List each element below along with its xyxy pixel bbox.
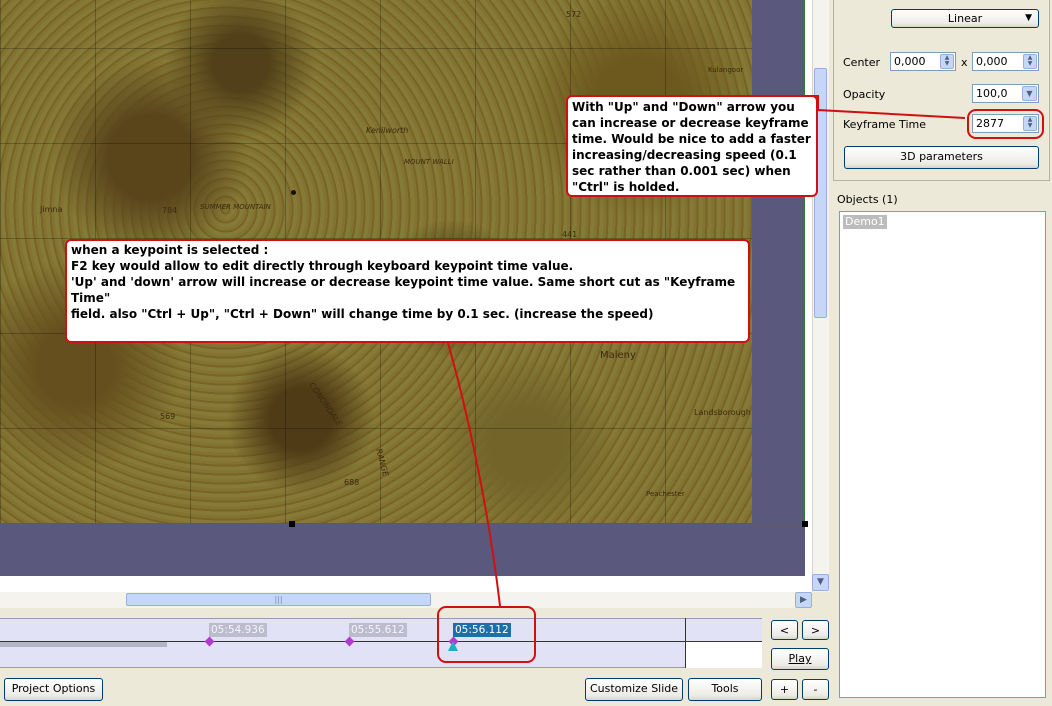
spin-arrows-icon[interactable]: ▲ ▼ (1023, 54, 1037, 69)
tools-button[interactable]: Tools (688, 678, 762, 701)
objects-header: Objects (1) (837, 193, 898, 206)
annotation-line: when a keypoint is selected : (71, 243, 269, 257)
previous-keypoint-button[interactable]: < (771, 620, 798, 640)
project-options-button[interactable]: Project Options (4, 678, 103, 701)
interpolation-dropdown[interactable]: Linear ▼ (891, 9, 1039, 28)
timeline-slide-end-marker (685, 618, 686, 668)
keypoint-time-label[interactable]: 05:55.612 (349, 623, 407, 637)
next-keypoint-button[interactable]: > (802, 620, 829, 640)
interpolation-value: Linear (947, 12, 983, 25)
horizontal-scroll-thumb[interactable]: ||| (126, 593, 431, 606)
opacity-label: Opacity (843, 88, 886, 101)
center-y-input[interactable]: 0,000 ▲ ▼ (972, 52, 1039, 71)
keyframe-time-label: Keyframe Time (843, 118, 926, 131)
keypoint-annotation: when a keypoint is selected : F2 key wou… (65, 239, 750, 343)
annotation-line: F2 key would allow to edit directly thro… (71, 259, 574, 273)
keyframe-annotation: With "Up" and "Down" arrow you can incre… (566, 95, 818, 197)
list-item[interactable]: Demo1 (843, 215, 887, 229)
annotation-line: field. also "Ctrl + Up", "Ctrl + Down" w… (71, 307, 654, 321)
keyframe-time-highlight (967, 109, 1044, 139)
slide-area-overlay-bottom (0, 524, 805, 576)
play-button[interactable]: Play (771, 648, 829, 670)
resize-handle-bottom[interactable] (289, 521, 295, 527)
scroll-right-arrow-icon[interactable]: ▶ (795, 592, 812, 608)
remove-keypoint-button[interactable]: - (802, 679, 829, 700)
scroll-down-arrow-icon[interactable]: ▼ (812, 574, 829, 591)
center-x-input[interactable]: 0,000 ▲ ▼ (890, 52, 956, 71)
customize-slide-button[interactable]: Customize Slide (585, 678, 683, 701)
resize-handle-bottom-right[interactable] (802, 521, 808, 527)
3d-parameters-button[interactable]: 3D parameters (844, 146, 1039, 169)
center-label: Center (843, 56, 881, 69)
objects-list[interactable] (839, 211, 1046, 698)
annotation-line: 'Up' and 'down' arrow will increase or d… (71, 275, 736, 305)
opacity-dropdown[interactable]: 100,0 ▼ (972, 84, 1039, 103)
add-keypoint-button[interactable]: + (771, 679, 798, 700)
spin-arrows-icon[interactable]: ▲ ▼ (940, 54, 954, 69)
keypoint-highlight (437, 606, 536, 663)
timeline-track-line (0, 641, 762, 642)
dropdown-arrow-icon: ▼ (1025, 13, 1032, 23)
center-separator: x (961, 56, 968, 69)
timeline-end-area (686, 642, 762, 668)
chevron-down-icon[interactable]: ▼ (1022, 86, 1037, 101)
timeline-progress-bar (0, 642, 167, 647)
keypoint-time-label[interactable]: 05:54.936 (209, 623, 267, 637)
